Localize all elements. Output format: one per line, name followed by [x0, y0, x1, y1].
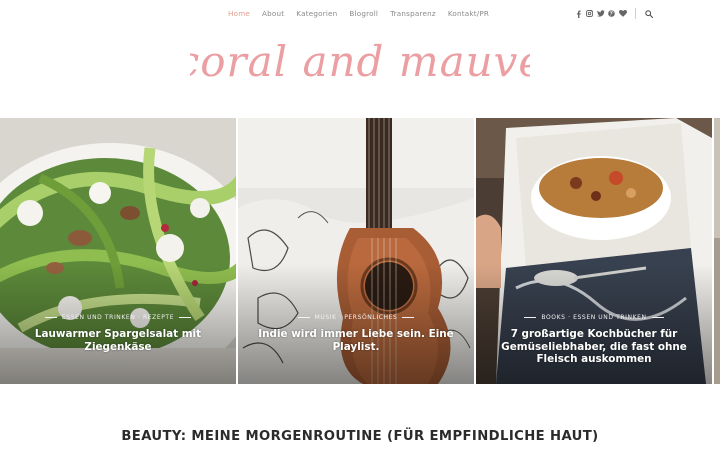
post-title-link[interactable]: 7 großartige Kochbücher für Gemüseliebha… — [490, 328, 698, 366]
post-meta: BOOKS · ESSEN UND TRINKEN 7 großartige K… — [476, 314, 712, 384]
nav-item-blogroll[interactable]: Blogroll — [349, 9, 378, 18]
category-divider — [524, 317, 537, 318]
category-link[interactable]: BOOKS — [541, 314, 565, 321]
pinterest-icon[interactable] — [607, 9, 616, 18]
main-menu: Home About Kategorien Blogroll Transpare… — [228, 9, 501, 18]
site-logo[interactable]: coral and mauve — [176, 30, 544, 92]
post-categories: ESSEN UND TRINKEN · REZEPTE — [0, 314, 236, 321]
category-separator: · — [565, 314, 574, 321]
post-meta: MUSIK · PERSÖNLICHES Indie wird immer Li… — [238, 314, 474, 384]
logo-text: coral and mauve — [190, 37, 530, 86]
nav-divider — [635, 8, 636, 19]
category-separator: · — [135, 314, 143, 321]
featured-post-card[interactable]: MUSIK · PERSÖNLICHES Indie wird immer Li… — [238, 118, 474, 384]
featured-slider: ESSEN UND TRINKEN · REZEPTE Lauwarmer Sp… — [0, 118, 720, 384]
post-title-link[interactable]: Indie wird immer Liebe sein. Eine Playli… — [252, 328, 460, 353]
post-categories: BOOKS · ESSEN UND TRINKEN — [476, 314, 712, 321]
category-divider — [402, 317, 415, 318]
post-heading[interactable]: BEAUTY: MEINE MORGENROUTINE (FÜR EMPFIND… — [120, 428, 600, 446]
social-links — [574, 8, 653, 19]
featured-post-card[interactable]: ESSEN UND TRINKEN · REZEPTE Lauwarmer Sp… — [0, 118, 236, 384]
category-link[interactable]: ESSEN UND TRINKEN — [573, 314, 647, 321]
search-icon[interactable] — [644, 9, 653, 18]
post-meta: ESSEN UND TRINKEN · REZEPTE Lauwarmer Sp… — [0, 314, 236, 384]
category-divider — [297, 317, 310, 318]
post-categories: MUSIK · PERSÖNLICHES — [238, 314, 474, 321]
category-link[interactable]: MUSIK — [315, 314, 337, 321]
instagram-icon[interactable] — [585, 9, 594, 18]
bloglovin-heart-icon[interactable] — [618, 9, 627, 18]
nav-item-kategorien[interactable]: Kategorien — [296, 9, 337, 18]
top-navigation: Home About Kategorien Blogroll Transpare… — [0, 0, 720, 26]
facebook-icon[interactable] — [574, 9, 583, 18]
post-title-link[interactable]: Lauwarmer Spargelsalat mit Ziegenkäse — [14, 328, 222, 353]
category-separator: · — [336, 314, 345, 321]
category-divider — [44, 317, 57, 318]
nav-item-transparenz[interactable]: Transparenz — [390, 9, 436, 18]
nav-item-about[interactable]: About — [262, 9, 284, 18]
category-divider — [179, 317, 192, 318]
featured-post-card[interactable]: BOOKS · ESSEN UND TRINKEN 7 großartige K… — [476, 118, 712, 384]
nav-item-kontakt[interactable]: Kontakt/PR — [448, 9, 489, 18]
nav-item-home[interactable]: Home — [228, 9, 250, 18]
category-link[interactable]: ESSEN UND TRINKEN — [62, 314, 136, 321]
category-link[interactable]: REZEPTE — [143, 314, 174, 321]
category-link[interactable]: PERSÖNLICHES — [344, 314, 397, 321]
twitter-icon[interactable] — [596, 9, 605, 18]
category-divider — [651, 317, 664, 318]
featured-post-card-partial[interactable] — [714, 118, 720, 384]
next-slide-photo — [714, 118, 720, 384]
